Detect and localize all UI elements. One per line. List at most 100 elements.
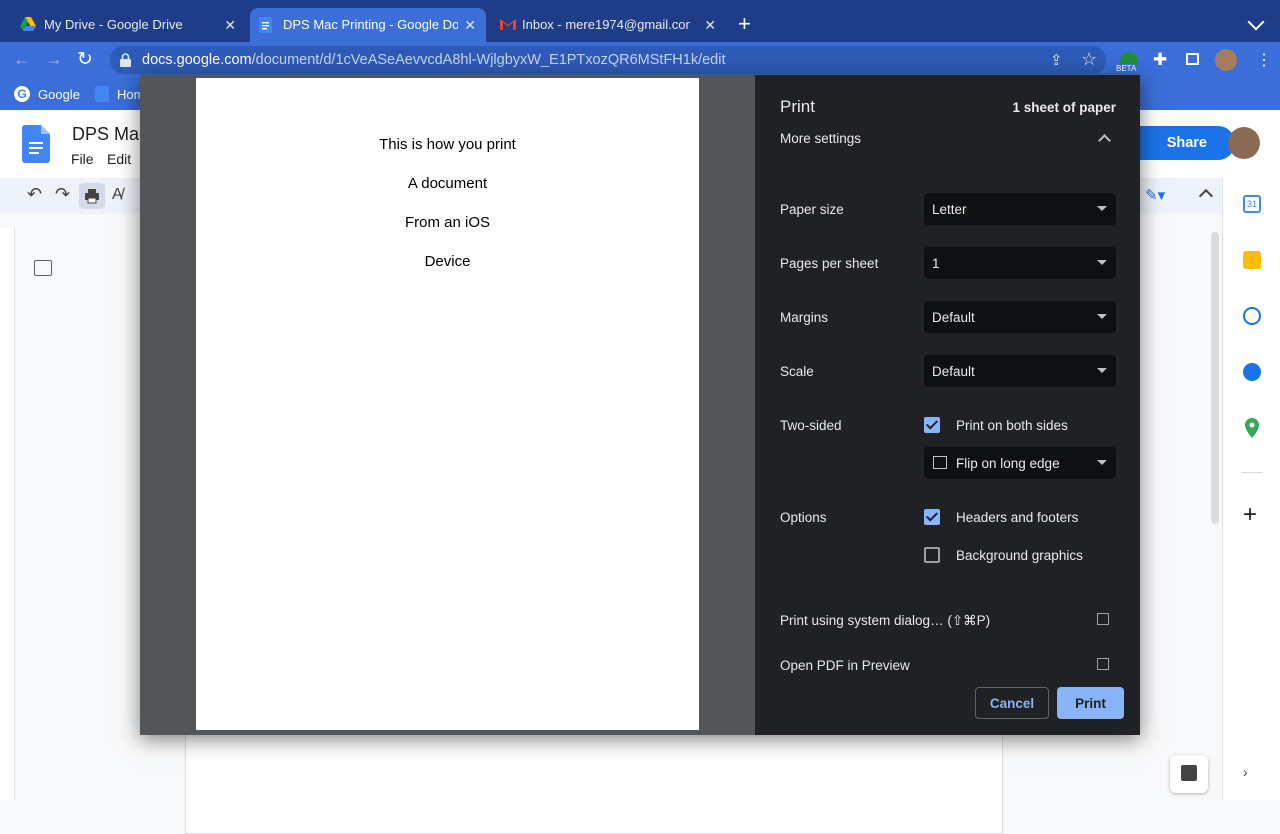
pages-per-sheet-select[interactable]: 1	[924, 247, 1116, 279]
flip-edge-value: Flip on long edge	[956, 455, 1060, 471]
options-label: Options	[780, 510, 827, 525]
google-g-icon: G	[14, 86, 30, 102]
scale-select[interactable]: Default	[924, 355, 1116, 387]
doc-title[interactable]: DPS Mac	[72, 124, 148, 145]
scale-value: Default	[932, 363, 975, 379]
tab-title: My Drive - Google Drive	[44, 17, 183, 32]
preview-text-line: A document	[407, 175, 488, 192]
pages-per-sheet-label: Pages per sheet	[780, 256, 879, 271]
two-sided-label: Two-sided	[780, 418, 842, 433]
tab-dps-mac-printing[interactable]: DPS Mac Printing - Google Docs ✕	[250, 8, 486, 42]
back-arrow-icon[interactable]: ←	[13, 49, 31, 70]
tasks-icon[interactable]	[1243, 307, 1261, 325]
print-dialog-title: Print	[780, 97, 815, 116]
undo-icon[interactable]: ↶	[27, 184, 42, 205]
share-label: Share	[1166, 135, 1207, 151]
bookmark-label: Google	[38, 86, 80, 102]
tab-my-drive[interactable]: My Drive - Google Drive ✕	[8, 8, 246, 42]
printer-icon	[85, 189, 99, 204]
background-graphics-checkbox[interactable]	[924, 547, 940, 563]
more-settings-toggle[interactable]: More settings	[780, 131, 861, 146]
contacts-icon[interactable]	[1243, 363, 1261, 381]
tab-title: Inbox - mere1974@gmail.com - Gmail	[522, 17, 690, 32]
redo-icon[interactable]: ↷	[55, 184, 70, 205]
docs-logo-icon[interactable]	[22, 125, 50, 163]
margins-value: Default	[932, 309, 975, 325]
side-panel	[1222, 178, 1280, 800]
preview-text-line: Device	[424, 253, 471, 270]
dropdown-caret-icon	[1097, 460, 1107, 465]
cancel-button[interactable]: Cancel	[975, 687, 1049, 719]
headers-footers-label: Headers and footers	[956, 510, 1079, 525]
dropdown-caret-icon	[1097, 206, 1107, 211]
document-outline-icon[interactable]	[34, 260, 52, 276]
docs-bookmark-icon	[95, 86, 109, 102]
open-external-icon[interactable]	[1097, 658, 1109, 670]
gmail-icon	[500, 19, 516, 30]
keep-icon[interactable]	[1243, 251, 1261, 269]
share-page-icon[interactable]: ⇪	[1050, 51, 1063, 69]
bookmark-home[interactable]: Hom	[95, 86, 144, 102]
spellcheck-icon[interactable]: A̸	[112, 186, 123, 204]
flip-edge-select[interactable]: Flip on long edge	[924, 447, 1116, 479]
reload-icon[interactable]: ↻	[77, 48, 93, 71]
dropdown-caret-icon	[1097, 368, 1107, 373]
side-panel-icon[interactable]	[1186, 53, 1199, 65]
print-both-sides-label: Print on both sides	[956, 418, 1068, 433]
vertical-ruler	[0, 228, 15, 800]
bookmark-google[interactable]: G Google	[14, 86, 80, 102]
close-tab-icon[interactable]: ✕	[224, 17, 236, 34]
url-host: docs.google.com	[142, 52, 252, 68]
bookmark-star-icon[interactable]: ☆	[1081, 49, 1097, 70]
dropdown-caret-icon	[1097, 260, 1107, 265]
url-text: docs.google.com/document/d/1cVeASeAevvcd…	[142, 52, 726, 68]
dropdown-caret-icon	[1097, 314, 1107, 319]
maps-icon[interactable]	[1245, 418, 1259, 438]
preview-text-line: From an iOS	[404, 214, 491, 231]
scale-label: Scale	[780, 364, 814, 379]
new-tab-icon[interactable]: +	[738, 13, 751, 35]
margins-select[interactable]: Default	[924, 301, 1116, 333]
menu-edit[interactable]: Edit	[107, 151, 131, 167]
forward-arrow-icon[interactable]: →	[45, 49, 63, 70]
account-avatar[interactable]	[1228, 127, 1260, 159]
print-both-sides-checkbox[interactable]	[924, 417, 940, 433]
print-label: Print	[1075, 695, 1106, 711]
preview-text-line: This is how you print	[379, 136, 516, 153]
google-drive-icon	[20, 17, 36, 31]
calendar-icon[interactable]: 31	[1243, 195, 1261, 213]
sheet-count: 1 sheet of paper	[1012, 100, 1116, 115]
paper-size-value: Letter	[932, 201, 967, 217]
close-tab-icon[interactable]: ✕	[704, 17, 716, 34]
paper-size-select[interactable]: Letter	[924, 193, 1116, 225]
side-panel-divider	[1241, 472, 1263, 473]
lock-icon	[120, 53, 131, 67]
headers-footers-checkbox[interactable]	[924, 509, 940, 525]
cancel-label: Cancel	[989, 695, 1035, 711]
beta-badge: BETA	[1116, 64, 1137, 73]
google-docs-icon	[259, 17, 272, 33]
flip-long-edge-icon	[933, 456, 947, 469]
system-dialog-link[interactable]: Print using system dialog… (⇧⌘P)	[780, 613, 990, 629]
open-external-icon[interactable]	[1097, 613, 1109, 625]
browser-menu-icon[interactable]: ⋮	[1256, 50, 1272, 70]
tab-gmail-inbox[interactable]: Inbox - mere1974@gmail.com - Gmail ✕	[490, 8, 726, 42]
menu-file[interactable]: File	[71, 151, 94, 167]
url-path: /document/d/1cVeASeAevvcdA8hl-WjlgbyxW_E…	[251, 52, 726, 68]
editing-mode-pencil-icon[interactable]: ✎▾	[1145, 186, 1165, 204]
scrollbar-thumb[interactable]	[1211, 232, 1219, 524]
print-button[interactable]: Print	[1057, 687, 1124, 719]
background-graphics-label: Background graphics	[956, 548, 1083, 563]
margins-label: Margins	[780, 310, 829, 325]
close-tab-icon[interactable]: ✕	[464, 17, 476, 34]
paper-size-label: Paper size	[780, 202, 844, 217]
print-settings-panel	[755, 75, 1140, 735]
open-pdf-link[interactable]: Open PDF in Preview	[780, 658, 910, 673]
extensions-puzzle-icon[interactable]: ✚	[1153, 50, 1167, 70]
tab-title: DPS Mac Printing - Google Docs	[283, 17, 458, 32]
pages-per-sheet-value: 1	[932, 255, 940, 271]
profile-avatar[interactable]	[1215, 49, 1237, 71]
expand-side-panel-icon[interactable]: ›	[1243, 764, 1248, 780]
explore-icon	[1181, 765, 1197, 781]
get-add-ons-plus-icon[interactable]: +	[1243, 503, 1257, 527]
